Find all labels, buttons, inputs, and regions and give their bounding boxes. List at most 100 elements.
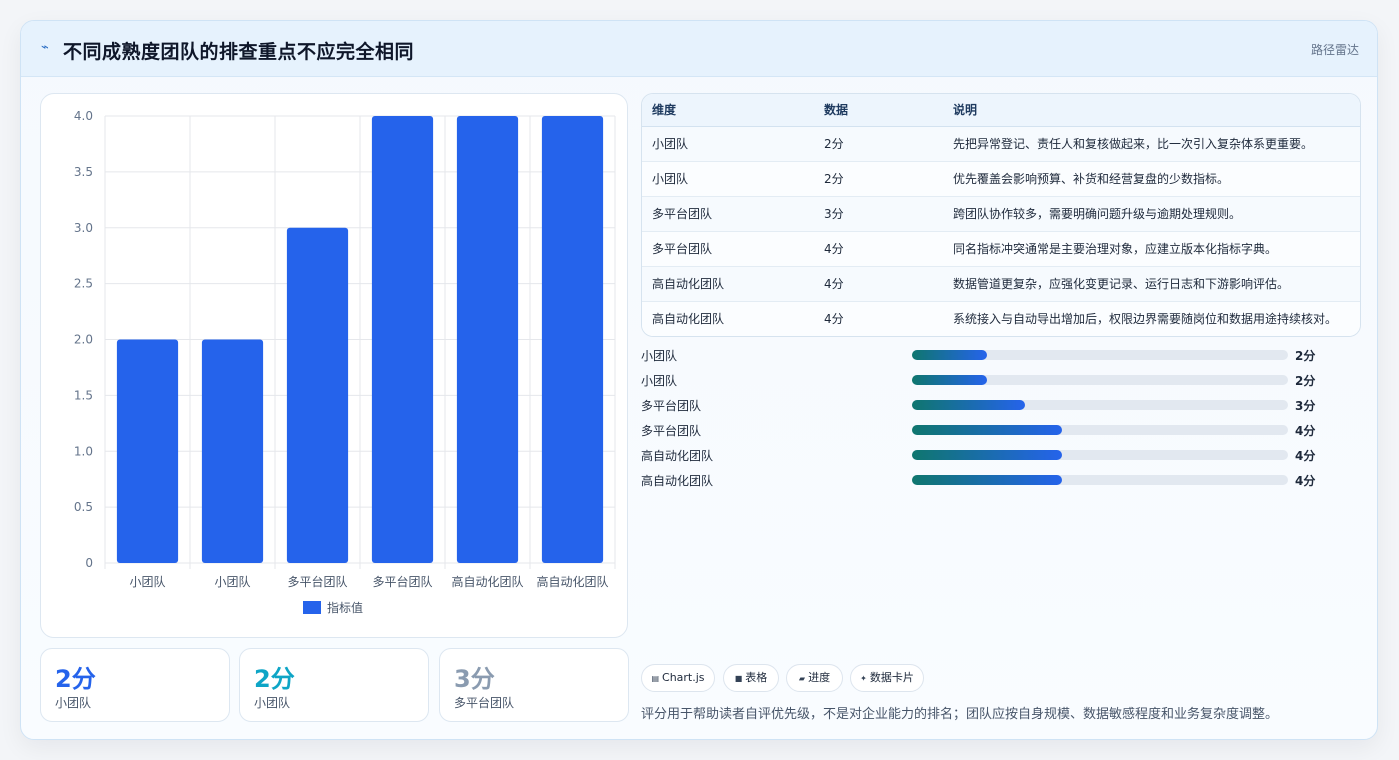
progress-label: 高自动化团队 [641,474,714,488]
row-data: 4分 [824,242,844,256]
y-tick-label: 2.5 [74,277,93,291]
bar [116,339,179,563]
progress-track [912,350,1288,360]
y-tick-label: 4.0 [74,109,93,123]
row-description: 数据管道更复杂，应强化变更记录、运行日志和下游影响评估。 [953,277,1290,291]
row-data: 2分 [824,172,844,186]
stat-card: 2分 小团队 [239,648,429,722]
stat-card: 2分 小团队 [40,648,230,722]
row-dimension: 高自动化团队 [652,312,725,326]
x-tick-label: 小团队 [129,574,165,589]
progress-fill [912,400,1025,410]
progress-label: 高自动化团队 [641,449,714,463]
y-tick-label: 0.5 [74,500,93,514]
progress-icon: ▰ [798,674,806,683]
row-description: 先把异常登记、责任人和复核做起来，比一次引入复杂体系更重要。 [953,137,1314,151]
progress-value: 4分 [1295,474,1316,488]
progress-value: 2分 [1295,349,1316,363]
chip-label: 数据卡片 [869,671,914,684]
y-tick-label: 1.5 [74,388,93,402]
table-header: 维度 数据 说明 [642,94,1360,127]
progress-row: 高自动化团队 4分 [641,470,1361,490]
bar-chart-panel: 0 0.5 1.0 1.5 2.0 2.5 3.0 3.5 4.0 小团队 小团队 多平台团队 多平台团… [40,93,628,638]
progress-track [912,450,1288,460]
table-row: 小团队 2分 优先覆盖会影响预算、补货和经营复盘的少数指标。 [642,162,1360,197]
table-icon: ■ [734,674,743,683]
chip-label: 表格 [745,671,768,684]
row-description: 优先覆盖会影响预算、补货和经营复盘的少数指标。 [953,172,1230,186]
progress-label: 多平台团队 [641,399,702,413]
row-data: 3分 [824,207,844,221]
x-tick-label: 小团队 [214,574,250,589]
progress-row: 多平台团队 4分 [641,420,1361,440]
footnote: 评分用于帮助读者自评优先级，不是对企业能力的排名；团队应按自身规模、数据敏感程度… [641,707,1279,722]
row-dimension: 多平台团队 [652,207,713,221]
table-row: 多平台团队 4分 同名指标冲突通常是主要治理对象，应建立版本化指标字典。 [642,232,1360,267]
row-description: 跨团队协作较多，需要明确问题升级与逾期处理规则。 [953,207,1242,221]
column-header-dimension: 维度 [652,103,677,117]
bar [371,116,434,563]
stat-card: 3分 多平台团队 [439,648,629,722]
progress-fill [912,425,1063,435]
x-tick-label: 多平台团队 [372,574,432,589]
page-title: 不同成熟度团队的排查重点不应完全相同 [63,41,415,63]
chart-spark-icon: ⌁ [41,40,49,55]
table-row: 多平台团队 3分 跨团队协作较多，需要明确问题升级与逾期处理规则。 [642,197,1360,232]
chip-table[interactable]: ■ 表格 [723,664,779,692]
row-dimension: 高自动化团队 [652,277,725,291]
y-tick-label: 0 [85,556,93,570]
progress-row: 高自动化团队 4分 [641,445,1361,465]
chip-chartjs[interactable]: ▤ Chart.js [641,664,715,692]
row-data: 2分 [824,137,844,151]
chip-data-card[interactable]: ✦ 数据卡片 [850,664,924,692]
bar [456,116,519,563]
card-header: ⌁ 不同成熟度团队的排查重点不应完全相同 路径雷达 [21,21,1377,77]
row-dimension: 多平台团队 [652,242,713,256]
progress-fill [912,375,988,385]
chip-progress[interactable]: ▰ 进度 [786,664,843,692]
card-icon: ✦ [860,674,867,683]
progress-value: 3分 [1295,399,1316,413]
legend-label: 指标值 [327,600,363,615]
progress-label: 小团队 [641,349,678,363]
chip-label: Chart.js [662,671,705,684]
main-card: ⌁ 不同成熟度团队的排查重点不应完全相同 路径雷达 0 0.5 1.0 1.5 2.0 2… [20,20,1378,740]
row-description: 系统接入与自动导出增加后，权限边界需要随岗位和数据用途持续核对。 [953,312,1338,326]
data-table: 维度 数据 说明 小团队 2分 先把异常登记、责任人和复核做起来，比一次引入复杂… [641,93,1361,337]
row-dimension: 小团队 [652,137,689,151]
progress-value: 4分 [1295,449,1316,463]
progress-track [912,475,1288,485]
y-tick-label: 1.0 [74,444,93,458]
table-row: 小团队 2分 先把异常登记、责任人和复核做起来，比一次引入复杂体系更重要。 [642,127,1360,162]
stat-value: 2分 [254,665,295,693]
x-tick-label: 多平台团队 [287,574,347,589]
chip-label: 进度 [808,671,831,684]
row-data: 4分 [824,312,844,326]
y-tick-label: 3.5 [74,165,93,179]
stat-label: 多平台团队 [454,696,515,710]
table-row: 高自动化团队 4分 系统接入与自动导出增加后，权限边界需要随岗位和数据用途持续核… [642,302,1360,336]
progress-row: 小团队 2分 [641,345,1361,365]
progress-fill [912,350,988,360]
row-data: 4分 [824,277,844,291]
row-dimension: 小团队 [652,172,689,186]
progress-row: 小团队 2分 [641,370,1361,390]
progress-value: 2分 [1295,374,1316,388]
bar [541,116,604,563]
stat-value: 3分 [454,665,495,693]
chart-icon: ▤ [651,674,660,683]
progress-fill [912,475,1063,485]
stat-label: 小团队 [254,696,291,710]
y-tick-label: 3.0 [74,221,93,235]
progress-track [912,375,1288,385]
progress-label: 多平台团队 [641,424,702,438]
bar [286,227,349,563]
header-tag: 路径雷达 [1310,43,1359,57]
bar [201,339,264,563]
progress-row: 多平台团队 3分 [641,395,1361,415]
column-header-description: 说明 [953,103,978,117]
progress-value: 4分 [1295,424,1316,438]
row-description: 同名指标冲突通常是主要治理对象，应建立版本化指标字典。 [953,242,1278,256]
table-row: 高自动化团队 4分 数据管道更复杂，应强化变更记录、运行日志和下游影响评估。 [642,267,1360,302]
column-header-data: 数据 [824,103,849,117]
